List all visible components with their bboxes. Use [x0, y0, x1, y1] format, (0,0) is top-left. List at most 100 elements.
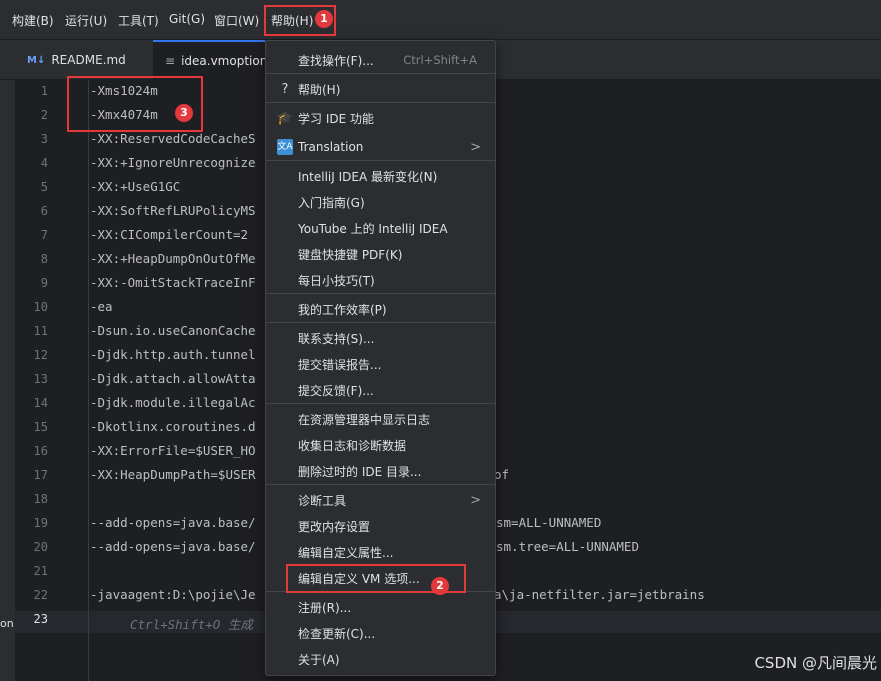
- line-number: 14: [33, 396, 48, 410]
- line-number: 1: [40, 84, 48, 98]
- menu-item-label: 提交反馈(F)...: [298, 383, 374, 398]
- code-line-tail: of: [494, 467, 510, 482]
- menu-item-label: 联系支持(S)...: [298, 331, 375, 346]
- line-number: 21: [33, 564, 48, 578]
- menu-separator: [266, 293, 495, 294]
- menu-item-label: 更改内存设置: [298, 519, 371, 534]
- code-line: -XX:-OmitStackTraceInF: [90, 275, 256, 290]
- menu-separator: [266, 484, 495, 485]
- inline-hint: Ctrl+Shift+O 生成: [130, 617, 253, 632]
- code-line: -Djdk.module.illegalAc: [90, 395, 256, 410]
- menu-item-show-log-in-explorer[interactable]: 在资源管理器中显示日志: [266, 406, 495, 432]
- code-line-tail: sm=ALL-UNNAMED: [496, 515, 602, 530]
- line-number: 23: [33, 612, 48, 626]
- menu-item-label: 每日小技巧(T): [298, 273, 375, 288]
- menu-separator: [266, 160, 495, 161]
- menu-item-label: 入门指南(G): [298, 195, 365, 210]
- line-number: 18: [33, 492, 48, 506]
- menu-item-label: 诊断工具: [298, 493, 347, 508]
- menu-item-translation[interactable]: 文A Translation >: [266, 134, 495, 160]
- code-line: -XX:CICompilerCount=2: [90, 227, 249, 242]
- menu-separator: [266, 403, 495, 404]
- menu-item-submit-feedback[interactable]: 提交反馈(F)...: [266, 377, 495, 403]
- markdown-icon: M↓: [27, 54, 46, 66]
- menu-item-label: 编辑自定义属性...: [298, 545, 394, 560]
- annotation-badge-2: 2: [431, 577, 449, 595]
- annotation-badge-1: 1: [315, 10, 333, 28]
- menu-window[interactable]: 窗口(W): [214, 12, 259, 29]
- menu-item-diagnostic-tools[interactable]: 诊断工具 >: [266, 487, 495, 513]
- code-line-tail: sm.tree=ALL-UNNAMED: [496, 539, 639, 554]
- menu-item-label: 提交错误报告...: [298, 357, 382, 372]
- menu-item-getting-started[interactable]: 入门指南(G): [266, 189, 495, 215]
- menu-item-label: 键盘快捷键 PDF(K): [298, 247, 403, 262]
- line-number: 3: [40, 132, 48, 146]
- menu-item-youtube[interactable]: YouTube 上的 IntelliJ IDEA: [266, 215, 495, 241]
- menu-item-contact-support[interactable]: 联系支持(S)...: [266, 325, 495, 351]
- menu-bar: 构建(B) 运行(U) 工具(T) Git(G) 窗口(W) 帮助(H): [0, 0, 881, 40]
- tab-readme[interactable]: M↓ README.md: [27, 40, 153, 80]
- menu-item-keymap-pdf[interactable]: 键盘快捷键 PDF(K): [266, 241, 495, 267]
- code-line: -XX:+HeapDumpOnOutOfMe: [90, 251, 256, 266]
- code-line: -XX:ReservedCodeCacheS: [90, 131, 256, 146]
- code-line: -Djdk.http.auth.tunnel: [90, 347, 256, 362]
- menu-item-delete-leftover-ide-dirs[interactable]: 删除过时的 IDE 目录...: [266, 458, 495, 484]
- menu-item-label: 帮助(H): [298, 82, 341, 97]
- watermark: CSDN @凡间晨光: [754, 654, 877, 672]
- code-line: -javaagent:D:\pojie\Je: [90, 587, 256, 602]
- text-file-icon: ≡: [165, 54, 176, 68]
- menu-item-register[interactable]: 注册(R)...: [266, 594, 495, 620]
- menu-item-check-for-updates[interactable]: 检查更新(C)...: [266, 620, 495, 646]
- code-line: --add-opens=java.base/: [90, 515, 256, 530]
- menu-item-label: 在资源管理器中显示日志: [298, 412, 431, 427]
- graduation-cap-icon: 🎓: [276, 110, 294, 126]
- menu-item-tip-of-the-day[interactable]: 每日小技巧(T): [266, 267, 495, 293]
- menu-item-about[interactable]: 关于(A): [266, 646, 495, 672]
- menu-item-label: 关于(A): [298, 652, 340, 667]
- menu-item-find-action[interactable]: 查找操作(F)... Ctrl+Shift+A: [266, 47, 495, 73]
- menu-build[interactable]: 构建(B): [12, 12, 54, 29]
- menu-item-collect-logs[interactable]: 收集日志和诊断数据: [266, 432, 495, 458]
- menu-separator: [266, 73, 495, 74]
- menu-item-edit-custom-properties[interactable]: 编辑自定义属性...: [266, 539, 495, 565]
- line-number: 13: [33, 372, 48, 386]
- tab-label: README.md: [51, 53, 126, 67]
- translate-icon: 文A: [277, 139, 293, 155]
- menu-item-label: 注册(R)...: [298, 600, 352, 615]
- code-line: -XX:+IgnoreUnrecognize: [90, 155, 256, 170]
- tab-vmoptions[interactable]: ≡ idea.vmoption: [153, 40, 268, 80]
- annotation-badge-3: 3: [175, 104, 193, 122]
- code-line: -XX:SoftRefLRUPolicyMS: [90, 203, 256, 218]
- line-number: 9: [40, 276, 48, 290]
- menu-git[interactable]: Git(G): [169, 12, 205, 26]
- code-line: -Dsun.io.useCanonCache: [90, 323, 256, 338]
- indent-guide: [88, 80, 89, 681]
- menu-item-label: 我的工作效率(P): [298, 302, 387, 317]
- menu-item-submit-bug-report[interactable]: 提交错误报告...: [266, 351, 495, 377]
- code-line: -Dkotlinx.coroutines.d: [90, 419, 256, 434]
- left-panel-text: on: [0, 617, 14, 630]
- menu-item-label: IntelliJ IDEA 最新变化(N): [298, 169, 438, 184]
- menu-item-learn-ide-features[interactable]: 🎓 学习 IDE 功能: [266, 105, 495, 131]
- line-number: 2: [40, 108, 48, 122]
- code-line: -XX:+UseG1GC: [90, 179, 181, 194]
- menu-item-label: Translation: [298, 140, 364, 154]
- menu-item-label: 删除过时的 IDE 目录...: [298, 464, 422, 479]
- chevron-right-icon: >: [470, 139, 481, 155]
- line-number: 7: [40, 228, 48, 242]
- line-number: 8: [40, 252, 48, 266]
- menu-item-whats-new[interactable]: IntelliJ IDEA 最新变化(N): [266, 163, 495, 189]
- menu-separator: [266, 322, 495, 323]
- tab-label: idea.vmoption: [181, 54, 268, 68]
- menu-tools[interactable]: 工具(T): [118, 12, 159, 29]
- question-icon: ?: [281, 81, 289, 97]
- menu-item-help[interactable]: ? 帮助(H): [266, 76, 495, 102]
- left-tool-strip: [0, 80, 15, 681]
- menu-item-change-memory-settings[interactable]: 更改内存设置: [266, 513, 495, 539]
- menu-item-label: 检查更新(C)...: [298, 626, 376, 641]
- code-line: -Djdk.attach.allowAtta: [90, 371, 256, 386]
- menu-item-my-productivity[interactable]: 我的工作效率(P): [266, 296, 495, 322]
- code-line: -XX:HeapDumpPath=$USER: [90, 467, 256, 482]
- menu-run[interactable]: 运行(U): [65, 12, 107, 29]
- line-number: 4: [40, 156, 48, 170]
